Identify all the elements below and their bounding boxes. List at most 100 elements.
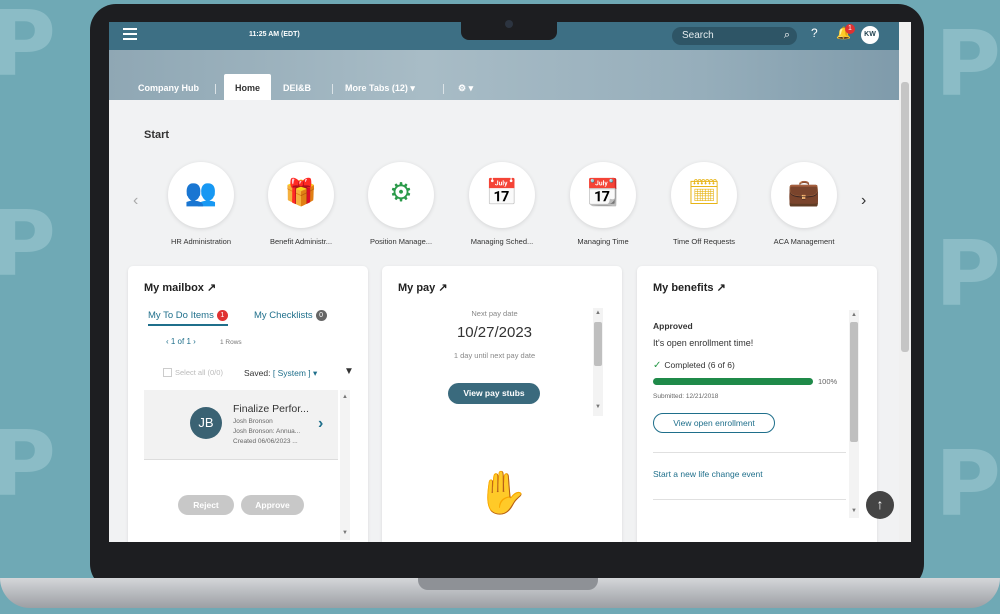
benefits-scrollbar[interactable] xyxy=(849,310,859,518)
checkbox-box xyxy=(163,368,172,377)
saved-label: Saved: xyxy=(244,368,271,378)
submitted-date: Submitted: 12/21/2018 xyxy=(653,393,719,400)
enrollment-progress-bar xyxy=(653,378,813,385)
calendar-clock-icon: 📆 xyxy=(586,177,620,207)
app-screen: 11:25 AM (EDT) Search ⌕ ? 🔔 1 KW Company… xyxy=(109,22,911,542)
tab-label: My To Do Items xyxy=(148,310,214,321)
tile-position-management[interactable]: ⚙ Position Manage... xyxy=(351,162,451,246)
tile-label: HR Administration xyxy=(170,237,232,246)
carousel-next-icon[interactable]: › xyxy=(861,192,866,210)
benefits-title[interactable]: My benefits ↗ xyxy=(653,281,726,294)
scroll-up-icon[interactable]: ▲ xyxy=(340,394,350,400)
mailbox-scrollbar[interactable] xyxy=(340,390,350,540)
tile-icon-circle: ⚙ xyxy=(368,162,434,228)
network-icon: ⚙ xyxy=(389,177,413,207)
task-created: Created 06/06/2023 ... xyxy=(233,438,298,445)
view-open-enrollment-button[interactable]: View open enrollment xyxy=(653,413,775,433)
life-change-link[interactable]: Start a new life change event xyxy=(653,469,763,479)
task-assignee: Josh Bronson xyxy=(233,418,273,425)
back-to-top-icon[interactable]: ↑ xyxy=(866,491,894,519)
background-logo-mark: P xyxy=(0,0,56,97)
tile-label: Managing Time xyxy=(577,237,629,246)
saved-filter-select[interactable]: [ System ] ▾ xyxy=(273,368,317,378)
carousel-prev-icon[interactable]: ‹ xyxy=(133,192,138,210)
select-all-label: Select all (0/0) xyxy=(175,368,223,377)
tab-more-tabs[interactable]: More Tabs (12) ▾ xyxy=(345,83,415,94)
filter-icon[interactable]: ▼ xyxy=(344,366,354,377)
pay-scrollbar[interactable] xyxy=(593,308,603,416)
select-all-checkbox[interactable]: Select all (0/0) xyxy=(163,368,223,377)
checklists-count-badge: 0 xyxy=(315,310,327,321)
tab-home[interactable]: Home xyxy=(224,74,272,100)
scroll-thumb[interactable] xyxy=(850,322,858,442)
tile-time-off-requests[interactable]: 🗓 Time Off Requests xyxy=(654,162,754,246)
user-avatar[interactable]: KW xyxy=(861,26,879,44)
chevron-right-icon[interactable]: › xyxy=(318,415,323,433)
calendar-icon: 🗓 xyxy=(687,177,721,207)
tab-settings[interactable]: ⚙ ▾ xyxy=(458,83,473,94)
clock: 11:25 AM (EDT) xyxy=(249,31,300,38)
help-icon[interactable]: ? xyxy=(811,26,818,40)
pay-title[interactable]: My pay ↗ xyxy=(398,281,448,294)
tile-managing-schedules[interactable]: 📅 Managing Sched... xyxy=(452,162,552,246)
task-title: Finalize Perfor... xyxy=(233,403,309,415)
scroll-up-icon[interactable]: ▲ xyxy=(593,310,603,316)
background-logo-mark: P xyxy=(0,412,56,517)
briefcase-icon: 💼 xyxy=(787,177,821,207)
start-heading: Start xyxy=(144,129,170,141)
gift-icon: 🎁 xyxy=(284,177,318,207)
people-icon: 👥 xyxy=(184,177,218,207)
scroll-thumb[interactable] xyxy=(901,82,909,352)
task-item[interactable]: JB Finalize Perfor... Josh Bronson Josh … xyxy=(144,390,338,460)
tile-aca-management[interactable]: 💼 ACA Management xyxy=(754,162,854,246)
avatar: JB xyxy=(190,407,222,439)
background-logo-mark: P xyxy=(935,222,1000,327)
reject-button[interactable]: Reject xyxy=(178,495,234,515)
row-count: 1 Rows xyxy=(220,339,242,346)
mailbox-card: My mailbox ↗ My To Do Items 1 My Checklis… xyxy=(128,266,368,542)
pager[interactable]: ‹ 1 of 1 › xyxy=(166,337,196,346)
search-placeholder: Search xyxy=(682,30,714,41)
tile-benefit-administration[interactable]: 🎁 Benefit Administr... xyxy=(251,162,351,246)
divider xyxy=(653,499,846,500)
search-icon[interactable]: ⌕ xyxy=(784,29,790,42)
next-pay-label: Next pay date xyxy=(471,309,518,318)
benefits-card: My benefits ↗ Approved It's open enrollm… xyxy=(637,266,877,542)
scroll-down-icon[interactable]: ▼ xyxy=(849,508,859,514)
tile-label: Benefit Administr... xyxy=(269,237,333,246)
task-description: Josh Bronson: Annua... xyxy=(233,428,301,435)
calendar-hand-icon: 📅 xyxy=(485,177,519,207)
scroll-up-icon[interactable]: ▲ xyxy=(849,312,859,318)
check-circle-icon: ✓ xyxy=(653,360,662,371)
divider xyxy=(653,452,846,453)
tab-divider xyxy=(215,84,216,94)
saved-filter[interactable]: Saved: [ System ] ▾ xyxy=(244,368,317,379)
laptop-hinge-notch xyxy=(418,578,598,590)
tile-hr-administration[interactable]: 👥 HR Administration xyxy=(151,162,251,246)
tab-deib[interactable]: DEI&B xyxy=(283,83,311,93)
tab-to-do-items[interactable]: My To Do Items 1 xyxy=(148,310,228,326)
scroll-down-icon[interactable]: ▼ xyxy=(340,530,350,536)
enrollment-status: Approved xyxy=(653,321,693,331)
mailbox-title[interactable]: My mailbox ↗ xyxy=(144,281,216,294)
scroll-down-icon[interactable]: ▼ xyxy=(593,404,603,410)
tab-divider xyxy=(332,84,333,94)
background-logo-mark: P xyxy=(0,192,56,297)
approve-button[interactable]: Approve xyxy=(241,495,304,515)
tab-checklists[interactable]: My Checklists 0 xyxy=(254,310,327,321)
background-logo-mark: P xyxy=(935,432,1000,537)
tile-icon-circle: 🎁 xyxy=(268,162,334,228)
completed-status: ✓ Completed (6 of 6) xyxy=(653,360,735,371)
tab-company-hub[interactable]: Company Hub xyxy=(138,83,199,93)
scroll-thumb[interactable] xyxy=(594,322,602,366)
menu-icon[interactable] xyxy=(123,28,137,42)
search-input[interactable]: Search ⌕ xyxy=(672,27,797,45)
tile-label: Managing Sched... xyxy=(470,237,534,246)
tile-managing-time[interactable]: 📆 Managing Time xyxy=(553,162,653,246)
next-pay-date: 10/27/2023 xyxy=(456,324,533,341)
page-scrollbar[interactable] xyxy=(899,22,911,542)
progress-fill xyxy=(653,378,813,385)
view-pay-stubs-button[interactable]: View pay stubs xyxy=(448,383,540,404)
enrollment-message: It's open enrollment time! xyxy=(653,338,754,348)
background-logo-mark: P xyxy=(935,12,1000,117)
